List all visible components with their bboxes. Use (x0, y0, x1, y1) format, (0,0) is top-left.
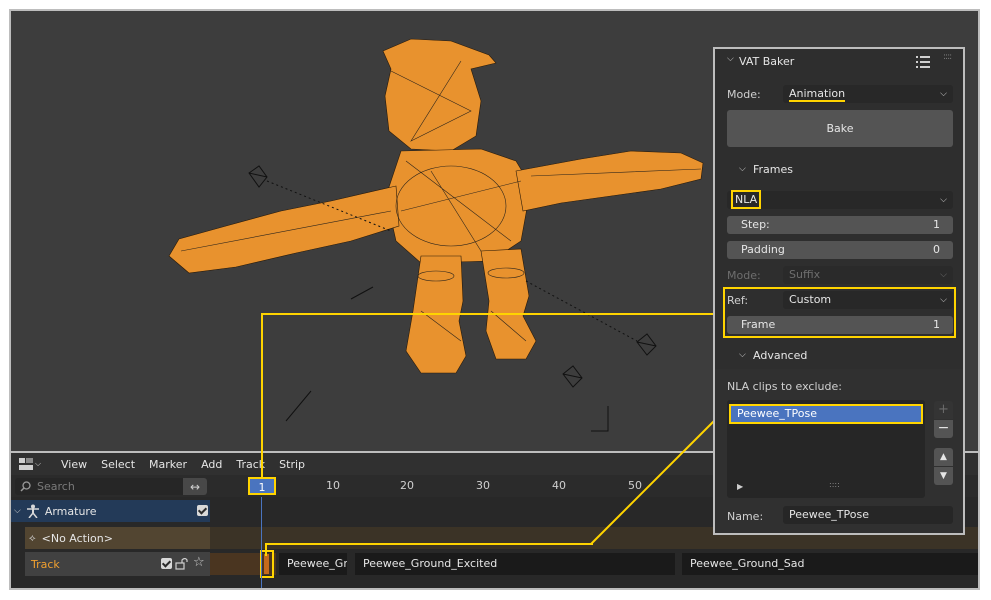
nla-strip[interactable]: Peewee_Ground_Excited (355, 553, 675, 575)
section-chevron-icon: ⌵ (739, 350, 746, 360)
advanced-section-header[interactable]: ⌵ Advanced (715, 345, 963, 367)
nla-strip[interactable]: Peewee_Ground_Sad (682, 553, 978, 575)
bone-gizmo-1 (248, 165, 268, 188)
nla-strip[interactable]: Peewee_Gr (279, 553, 347, 575)
exclude-item-label: Peewee_TPose (737, 407, 817, 420)
expand-chevron-icon[interactable]: ⌵ (14, 506, 21, 516)
exclude-list-item[interactable]: Peewee_TPose (729, 404, 923, 424)
mode2-dropdown-value: Suffix (789, 268, 821, 281)
bone-gizmo-3 (562, 365, 583, 388)
channel-action-label: <No Action> (41, 531, 113, 545)
menu-add[interactable]: Add (201, 458, 222, 471)
ruler-tick: 20 (400, 479, 414, 492)
unlock-icon[interactable] (175, 558, 189, 570)
vat-baker-panel: ⌵ VAT Baker :::: Mode: Animation ⌵ Bake … (713, 47, 965, 535)
annotation-line (261, 313, 263, 477)
step-label: Step: (741, 218, 770, 231)
track-frame-marker (264, 554, 269, 574)
ruler-tick: 40 (552, 479, 566, 492)
chevron-down-icon: ⌵ (940, 195, 947, 205)
ruler-tick: 50 (628, 479, 642, 492)
ruler-tick: 30 (476, 479, 490, 492)
channel-armature[interactable]: ⌵ Armature (11, 500, 210, 522)
menu-select[interactable]: Select (101, 458, 135, 471)
add-item-button[interactable]: + (934, 401, 953, 419)
frames-source-value: NLA (731, 190, 762, 209)
channel-armature-label: Armature (44, 504, 97, 518)
annotation-line (266, 543, 593, 545)
bone-gizmo-2 (636, 333, 657, 356)
list-resize-handle-icon[interactable]: :::: (829, 480, 840, 489)
menu-marker[interactable]: Marker (149, 458, 187, 471)
move-up-button[interactable]: ▲ (934, 448, 953, 466)
annotation-line (261, 313, 714, 315)
chevron-down-icon: ⌵ (35, 459, 42, 468)
leg-right-mesh (480, 248, 537, 360)
channel-search[interactable]: Search ↔ (15, 478, 207, 495)
channel-action[interactable]: ⟡ <No Action> (25, 527, 210, 549)
nla-editor-icon (19, 458, 33, 470)
move-down-button[interactable]: ▼ (934, 467, 953, 485)
step-field[interactable]: Step: 1 (727, 216, 953, 234)
mode2-dropdown: Suffix ⌵ (783, 266, 953, 284)
bake-button-label: Bake (826, 122, 854, 135)
solo-star-icon[interactable]: ☆ (193, 555, 205, 570)
swap-arrows-icon[interactable]: ↔ (183, 478, 207, 495)
padding-field[interactable]: Padding 0 (727, 241, 953, 259)
padding-label: Padding (741, 243, 785, 256)
frames-section-header[interactable]: ⌵ Frames (715, 159, 963, 181)
channel-track-label: Track (31, 557, 60, 571)
mode-label: Mode: (727, 88, 761, 101)
name-field-value: Peewee_TPose (789, 508, 869, 521)
mode-dropdown-value: Animation (789, 87, 846, 102)
arm-right-mesh (515, 150, 704, 212)
remove-item-button[interactable]: − (934, 420, 953, 438)
current-frame-indicator[interactable]: 1 (248, 477, 276, 495)
exclude-list[interactable]: Peewee_TPose ▶ :::: (727, 400, 925, 498)
arm-left-mesh (168, 185, 400, 274)
exclude-label: NLA clips to exclude: (727, 380, 842, 393)
menu-view[interactable]: View (61, 458, 87, 471)
list-options-icon[interactable] (916, 55, 930, 69)
panel-title: VAT Baker (739, 55, 795, 68)
step-value: 1 (933, 218, 940, 231)
frames-source-dropdown[interactable]: NLA ⌵ (727, 190, 953, 209)
mode-dropdown[interactable]: Animation ⌵ (783, 85, 953, 103)
menu-strip[interactable]: Strip (279, 458, 305, 471)
search-icon (20, 481, 31, 492)
chevron-down-icon: ⌵ (940, 270, 947, 280)
search-placeholder: Search (37, 480, 75, 493)
advanced-section-label: Advanced (753, 349, 808, 362)
drag-handle-icon[interactable]: :::: (943, 52, 952, 62)
collapse-chevron-icon[interactable]: ⌵ (727, 54, 734, 64)
channel-track[interactable]: Track ☆ (25, 552, 210, 576)
frames-section-label: Frames (753, 163, 794, 176)
panel-header[interactable]: ⌵ VAT Baker :::: (715, 49, 963, 75)
name-label: Name: (727, 510, 764, 523)
padding-value: 0 (933, 243, 940, 256)
action-keys-icon: ⟡ (29, 532, 36, 544)
name-field[interactable]: Peewee_TPose (783, 506, 953, 524)
ref-frame-highlight (723, 287, 956, 338)
list-expand-icon[interactable]: ▶ (737, 482, 743, 491)
editor-type-selector[interactable]: ⌵ (19, 456, 47, 472)
section-chevron-icon: ⌵ (739, 164, 746, 174)
mode2-label: Mode: (727, 269, 761, 282)
playhead-line[interactable] (261, 497, 262, 588)
ruler-tick: 10 (326, 479, 340, 492)
bake-button[interactable]: Bake (727, 110, 953, 147)
armature-icon (26, 504, 39, 518)
chevron-down-icon: ⌵ (940, 89, 947, 99)
armature-enable-checkbox[interactable] (197, 505, 208, 516)
track-enable-checkbox[interactable] (161, 558, 172, 569)
blender-window: ⌵ View Select Marker Add Track Strip Sea… (9, 9, 980, 590)
